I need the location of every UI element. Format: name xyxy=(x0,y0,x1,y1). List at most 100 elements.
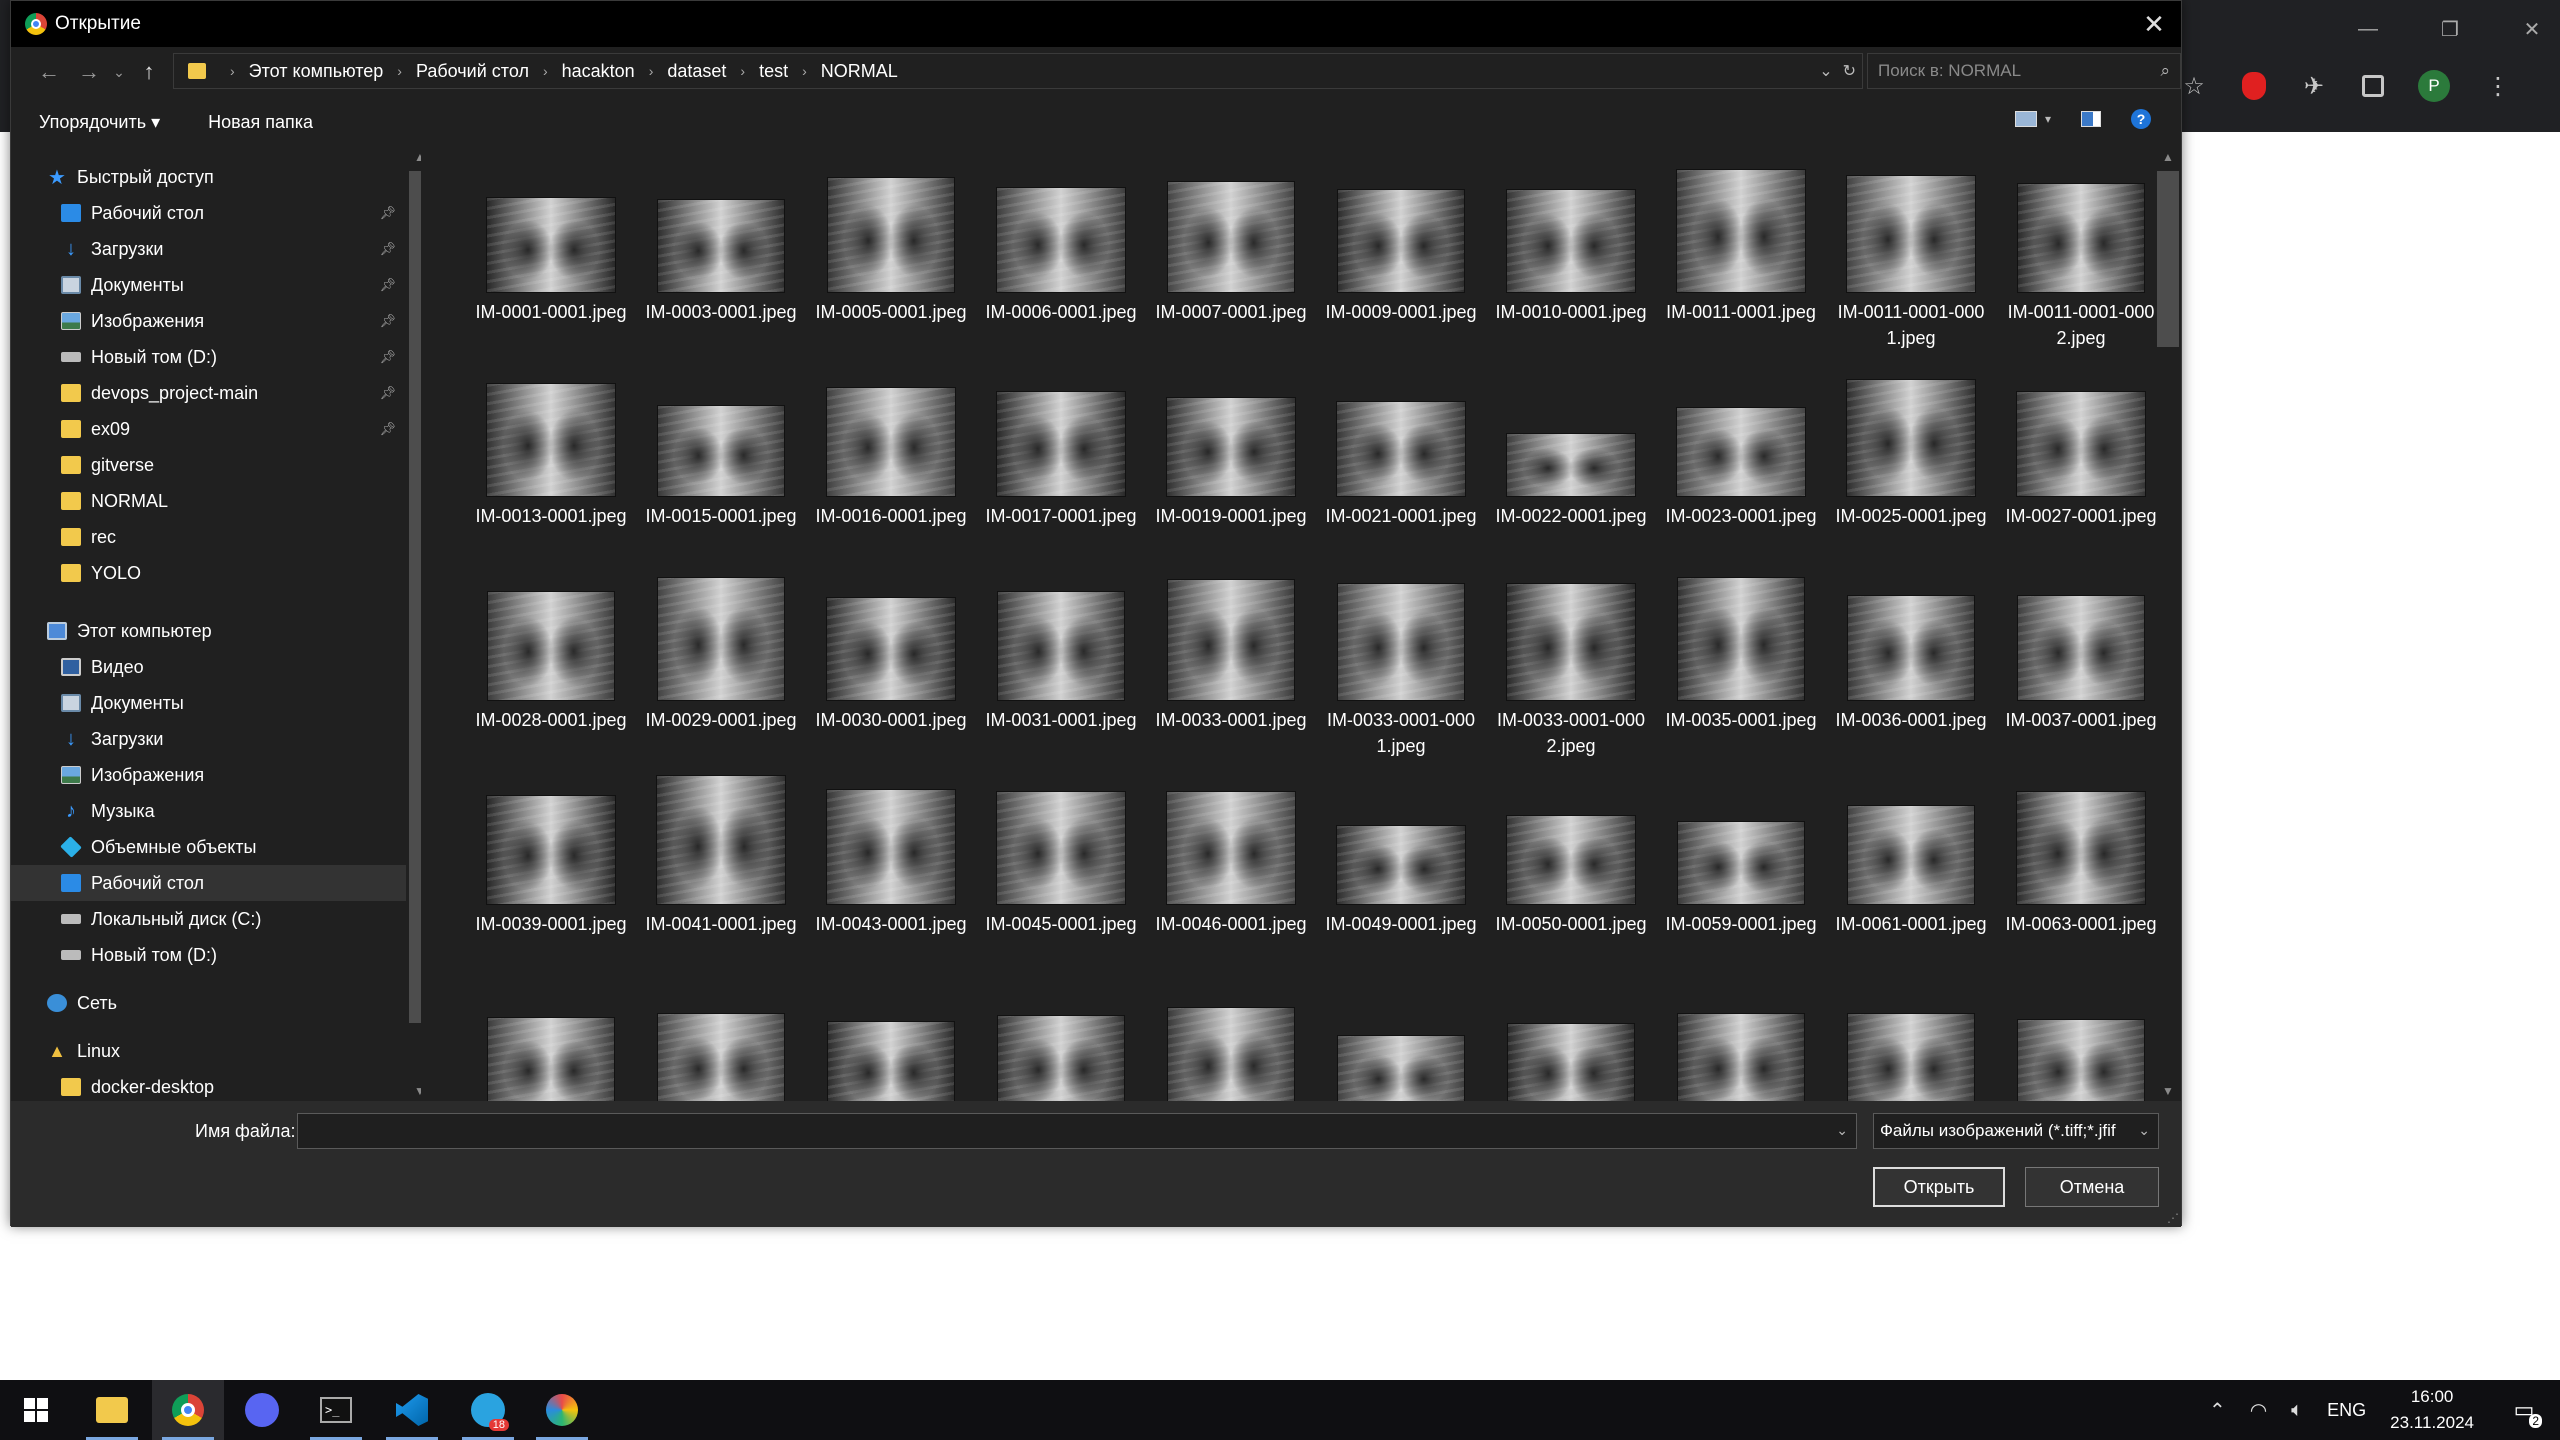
nav-item-документы[interactable]: Документы xyxy=(11,685,406,721)
breadcrumb-item[interactable]: dataset xyxy=(667,61,726,82)
content-scrollbar[interactable]: ▲ ▼ xyxy=(2157,147,2179,1101)
nav-item-загрузки[interactable]: ↓ Загрузки xyxy=(11,721,406,757)
breadcrumb-item[interactable]: Рабочий стол xyxy=(416,61,529,82)
file-tile[interactable]: IM-0011-0001.jpeg xyxy=(1661,165,1821,355)
file-tile[interactable]: IM-0063-0001.jpeg xyxy=(2001,777,2159,967)
file-tile[interactable]: IM-0016-0001.jpeg xyxy=(811,369,971,559)
file-tile[interactable]: IM-0009-0001.jpeg xyxy=(1321,165,1481,355)
file-tile[interactable] xyxy=(981,1005,1141,1101)
input-language[interactable]: ENG xyxy=(2327,1400,2366,1421)
file-tile[interactable]: IM-0045-0001.jpeg xyxy=(981,777,1141,967)
breadcrumb-item[interactable]: test xyxy=(759,61,788,82)
breadcrumb-separator-icon[interactable]: › xyxy=(397,63,402,79)
breadcrumb-separator-icon[interactable]: › xyxy=(802,63,807,79)
nav-item-изображения[interactable]: Изображения xyxy=(11,757,406,793)
file-tile[interactable]: IM-0061-0001.jpeg xyxy=(1831,777,1991,967)
chevron-down-icon[interactable]: ⌄ xyxy=(2138,1122,2150,1139)
nav-item-ex09[interactable]: ex09 📌︎ xyxy=(11,411,406,447)
file-tile[interactable]: IM-0022-0001.jpeg xyxy=(1491,369,1651,559)
nav-item-новый-том-d[interactable]: Новый том (D:) xyxy=(11,937,406,973)
nav-item-видео[interactable]: Видео xyxy=(11,649,406,685)
nav-item-новый-том-d[interactable]: Новый том (D:) 📌︎ xyxy=(11,339,406,375)
file-tile[interactable]: IM-0039-0001.jpeg xyxy=(471,777,631,967)
file-tile[interactable]: IM-0001-0001.jpeg xyxy=(471,165,631,355)
nav-docker-desktop[interactable]: docker-desktop xyxy=(11,1069,406,1101)
nav-item-rec[interactable]: rec xyxy=(11,519,406,555)
file-tile[interactable]: IM-0013-0001.jpeg xyxy=(471,369,631,559)
breadcrumb-item[interactable]: Этот компьютер xyxy=(249,61,384,82)
breadcrumb[interactable]: › Этот компьютер › Рабочий стол › hacakt… xyxy=(173,53,1863,89)
taskbar-paint[interactable] xyxy=(526,1380,598,1440)
nav-item-объемные-объекты[interactable]: Объемные объекты xyxy=(11,829,406,865)
up-arrow-icon[interactable]: ↑ xyxy=(129,52,169,92)
adblock-extension-icon[interactable] xyxy=(2242,72,2266,100)
nav-quick-access[interactable]: ★ Быстрый доступ xyxy=(11,159,406,195)
organize-button[interactable]: Упорядочить ▾ xyxy=(25,112,174,133)
scrollbar-thumb[interactable] xyxy=(409,171,421,1023)
nav-item-документы[interactable]: Документы 📌︎ xyxy=(11,267,406,303)
close-icon[interactable]: ✕ xyxy=(2504,0,2560,58)
breadcrumb-separator-icon[interactable]: › xyxy=(740,63,745,79)
breadcrumb-separator-icon[interactable]: › xyxy=(543,63,548,79)
file-tile[interactable]: IM-0029-0001.jpeg xyxy=(641,573,801,763)
file-tile[interactable] xyxy=(641,1005,801,1101)
nav-item-музыка[interactable]: ♪ Музыка xyxy=(11,793,406,829)
file-tile[interactable]: IM-0028-0001.jpeg xyxy=(471,573,631,763)
file-tile[interactable]: IM-0037-0001.jpeg xyxy=(2001,573,2159,763)
refresh-icon[interactable]: ↻ xyxy=(1843,61,1856,81)
extensions-icon[interactable] xyxy=(2362,75,2384,97)
minimize-icon[interactable]: — xyxy=(2340,0,2396,58)
change-view-icon[interactable] xyxy=(2014,111,2037,127)
restore-icon[interactable]: ❐ xyxy=(2422,0,2478,58)
rocket-extension-icon[interactable]: ✈ xyxy=(2300,72,2328,100)
file-type-select[interactable]: Файлы изображений (*.tiff;*.jfif ⌄ xyxy=(1873,1113,2159,1149)
file-tile[interactable]: IM-0023-0001.jpeg xyxy=(1661,369,1821,559)
nav-linux[interactable]: ▲ Linux xyxy=(11,1033,406,1069)
back-arrow-icon[interactable]: ← xyxy=(29,52,69,92)
preview-pane-icon[interactable] xyxy=(2081,111,2101,127)
nav-item-локальный-диск-c[interactable]: Локальный диск (C:) xyxy=(11,901,406,937)
file-tile[interactable]: IM-0036-0001.jpeg xyxy=(1831,573,1991,763)
file-tile[interactable]: IM-0033-0001.jpeg xyxy=(1151,573,1311,763)
recent-locations-chevron-icon[interactable]: ⌄ xyxy=(109,52,129,92)
kebab-menu-icon[interactable]: ⋮ xyxy=(2484,72,2512,100)
notification-center-icon[interactable]: ▭ 2 xyxy=(2504,1390,2544,1430)
search-input[interactable] xyxy=(1878,61,2138,81)
forward-arrow-icon[interactable]: → xyxy=(69,52,109,92)
file-tile[interactable]: IM-0035-0001.jpeg xyxy=(1661,573,1821,763)
breadcrumb-separator-icon[interactable]: › xyxy=(649,63,654,79)
chevron-down-icon[interactable]: ▾ xyxy=(2045,112,2051,126)
cancel-button[interactable]: Отмена xyxy=(2025,1167,2159,1207)
taskbar-chrome[interactable] xyxy=(152,1380,224,1440)
nav-item-normal[interactable]: NORMAL xyxy=(11,483,406,519)
file-tile[interactable]: IM-0019-0001.jpeg xyxy=(1151,369,1311,559)
file-tile[interactable] xyxy=(811,1005,971,1101)
file-tile[interactable]: IM-0033-0001-0002.jpeg xyxy=(1491,573,1651,763)
filename-input[interactable] xyxy=(298,1114,1856,1148)
file-tile[interactable]: IM-0015-0001.jpeg xyxy=(641,369,801,559)
chevron-down-icon[interactable]: ⌄ xyxy=(1836,1122,1848,1139)
file-tile[interactable] xyxy=(471,1005,631,1101)
scroll-up-icon[interactable]: ▲ xyxy=(2157,147,2179,167)
file-tile[interactable]: IM-0046-0001.jpeg xyxy=(1151,777,1311,967)
nav-item-рабочий-стол[interactable]: Рабочий стол 📌︎ xyxy=(11,195,406,231)
scrollbar-thumb[interactable] xyxy=(2157,171,2179,347)
file-tile[interactable] xyxy=(1831,1005,1991,1101)
breadcrumb-item[interactable]: NORMAL xyxy=(821,61,898,82)
volume-icon[interactable]: 🔈︎ xyxy=(2291,1399,2303,1422)
file-tile[interactable]: IM-0007-0001.jpeg xyxy=(1151,165,1311,355)
chevron-down-icon[interactable]: ⌄ xyxy=(1819,61,1832,81)
file-tile[interactable]: IM-0017-0001.jpeg xyxy=(981,369,1141,559)
file-tile[interactable]: IM-0003-0001.jpeg xyxy=(641,165,801,355)
file-tile[interactable]: IM-0049-0001.jpeg xyxy=(1321,777,1481,967)
clock[interactable]: 16:00 23.11.2024 xyxy=(2390,1384,2474,1436)
file-tile[interactable]: IM-0033-0001-0001.jpeg xyxy=(1321,573,1481,763)
file-tile[interactable] xyxy=(1661,1005,1821,1101)
taskbar-discord[interactable] xyxy=(226,1380,298,1440)
taskbar-explorer[interactable] xyxy=(76,1380,148,1440)
profile-avatar[interactable]: P xyxy=(2418,70,2450,102)
file-tile[interactable]: IM-0050-0001.jpeg xyxy=(1491,777,1651,967)
nav-item-gitverse[interactable]: gitverse xyxy=(11,447,406,483)
file-tile[interactable] xyxy=(2001,1005,2159,1101)
file-tile[interactable]: IM-0006-0001.jpeg xyxy=(981,165,1141,355)
